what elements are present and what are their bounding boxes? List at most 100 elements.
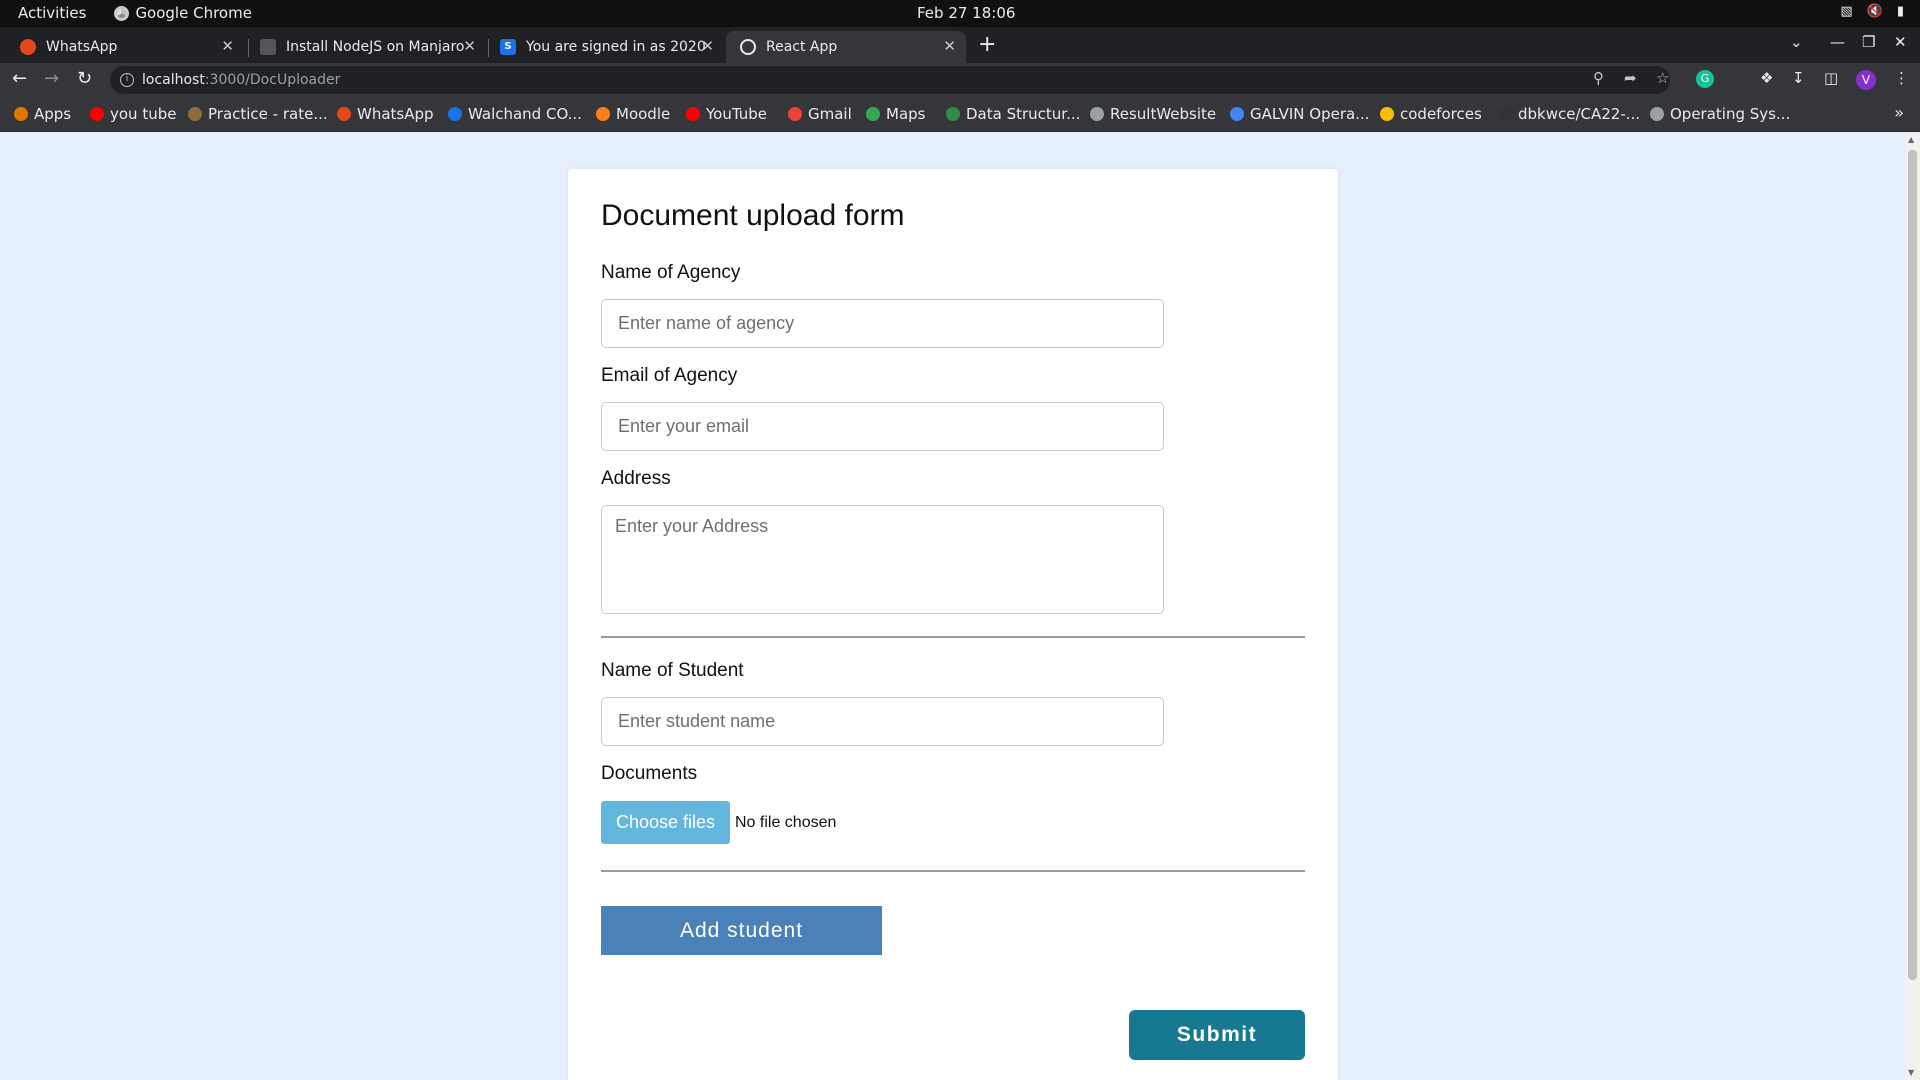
zoom-icon[interactable]: ⚲	[1593, 69, 1604, 87]
new-tab-button[interactable]: +	[978, 32, 996, 57]
bookmark-item[interactable]: Gmail	[788, 105, 852, 123]
add-student-button[interactable]: Add student	[601, 906, 882, 955]
bookmark-item[interactable]: Data Structur...	[946, 105, 1080, 123]
agency-name-input[interactable]	[601, 299, 1164, 348]
whatsapp-icon	[20, 39, 36, 55]
grammarly-icon[interactable]: G	[1696, 70, 1714, 88]
address-label: Address	[601, 468, 671, 489]
close-icon[interactable]: ✕	[943, 37, 956, 55]
bookmark-favicon-icon	[946, 107, 960, 121]
volume-muted-icon: 🔇	[1866, 4, 1883, 19]
tab-title: React App	[766, 39, 838, 55]
bookmark-item[interactable]: Maps	[866, 105, 925, 123]
section-divider	[601, 870, 1305, 872]
tab-title: Install NodeJS on Manjaro	[286, 39, 465, 55]
download-icon[interactable]: ↧	[1792, 69, 1805, 87]
bookmark-favicon-icon	[448, 107, 462, 121]
bookmark-favicon-icon	[596, 107, 610, 121]
bookmark-label: WhatsApp	[357, 105, 434, 123]
bookmark-item[interactable]: WhatsApp	[337, 105, 434, 123]
tab-search-icon[interactable]: ⌄	[1790, 33, 1803, 51]
tab-strip: WhatsApp ✕ Install NodeJS on Manjaro ✕ S…	[0, 27, 1920, 63]
app-name: Google Chrome	[135, 4, 252, 22]
bookmark-item[interactable]: Operating Sys...	[1650, 105, 1790, 123]
close-icon[interactable]: ✕	[463, 37, 476, 55]
agency-email-input[interactable]	[601, 402, 1164, 451]
reload-icon[interactable]: ↻	[77, 68, 92, 89]
system-clock[interactable]: Feb 27 18:06	[917, 4, 1015, 22]
bookmark-item[interactable]: Moodle	[596, 105, 670, 123]
minimize-icon[interactable]: —	[1830, 33, 1845, 51]
bookmark-item[interactable]: codeforces	[1380, 105, 1482, 123]
activities-button[interactable]: Activities	[18, 4, 86, 22]
url-path: :3000/DocUploader	[204, 72, 341, 88]
tab-signed-in[interactable]: S You are signed in as 2020BTECS ✕	[486, 31, 724, 63]
bookmark-favicon-icon	[1380, 107, 1394, 121]
form-title: Document upload form	[601, 199, 905, 232]
side-panel-icon[interactable]: ◫	[1824, 69, 1838, 87]
bookmark-label: Practice - rate...	[208, 105, 328, 123]
scroll-down-icon[interactable]: ▼	[1908, 1068, 1914, 1077]
bookmark-item[interactable]: you tube	[90, 105, 176, 123]
menu-kebab-icon[interactable]: ⋮	[1894, 69, 1909, 87]
info-icon[interactable]: i	[120, 73, 134, 87]
choose-files-button[interactable]: Choose files	[601, 801, 730, 844]
back-icon[interactable]: ←	[12, 68, 27, 89]
student-name-input[interactable]	[601, 697, 1164, 746]
bookmark-favicon-icon	[1650, 107, 1664, 121]
restore-icon[interactable]: ❐	[1862, 33, 1875, 51]
bookmark-item[interactable]: YouTube	[686, 105, 767, 123]
bookmark-label: Walchand CO...	[468, 105, 582, 123]
section-divider	[601, 636, 1305, 638]
bookmark-item[interactable]: ResultWebsite	[1090, 105, 1216, 123]
tab-whatsapp[interactable]: WhatsApp ✕	[6, 31, 244, 63]
more-bookmarks-icon[interactable]: »	[1894, 103, 1904, 122]
submit-button[interactable]: Submit	[1129, 1010, 1305, 1060]
agency-email-label: Email of Agency	[601, 365, 738, 386]
bookmark-favicon-icon	[788, 107, 802, 121]
extensions-icon[interactable]: ❖	[1760, 69, 1773, 87]
bookmark-label: Data Structur...	[966, 105, 1081, 123]
bookmark-label: GALVIN Opera...	[1250, 105, 1370, 123]
app-menu[interactable]: Google Chrome	[114, 4, 252, 22]
bookmark-label: Operating Sys...	[1670, 105, 1791, 123]
url-host: localhost	[142, 72, 205, 88]
network-icon: ▧	[1840, 4, 1853, 19]
bookmark-favicon-icon	[1230, 107, 1244, 121]
bookmark-favicon-icon	[686, 107, 700, 121]
tab-title: You are signed in as 2020BTECS	[526, 39, 706, 55]
share-icon[interactable]: ➦	[1624, 69, 1637, 87]
tab-react-app[interactable]: React App ✕	[726, 31, 966, 63]
tab-install-nodejs[interactable]: Install NodeJS on Manjaro ✕	[246, 31, 486, 63]
address-bar[interactable]: i localhost:3000/DocUploader	[110, 66, 1670, 94]
bookmark-label: Maps	[886, 105, 926, 123]
close-icon[interactable]: ✕	[221, 37, 234, 55]
bookmark-star-icon[interactable]: ☆	[1656, 69, 1669, 87]
documents-label: Documents	[601, 763, 698, 784]
site-icon	[260, 39, 276, 55]
s-icon: S	[500, 39, 516, 55]
bookmark-label: Gmail	[808, 105, 852, 123]
close-icon[interactable]: ✕	[701, 37, 714, 55]
forward-icon[interactable]: →	[44, 68, 59, 89]
profile-avatar[interactable]: V	[1856, 70, 1876, 90]
bookmark-favicon-icon	[90, 107, 104, 121]
bookmark-label: Apps	[34, 105, 72, 123]
agency-name-label: Name of Agency	[601, 262, 741, 283]
scrollbar-thumb[interactable]	[1908, 150, 1917, 980]
globe-icon	[740, 39, 756, 55]
close-window-icon[interactable]: ✕	[1894, 33, 1907, 51]
bookmark-item[interactable]: Practice - rate...	[188, 105, 328, 123]
page-scrollbar[interactable]: ▲ ▼	[1905, 132, 1920, 1080]
bookmark-label: ResultWebsite	[1110, 105, 1217, 123]
bookmark-item[interactable]: dbkwce/CA22-...	[1498, 105, 1640, 123]
bookmark-item[interactable]: Walchand CO...	[448, 105, 582, 123]
bookmark-label: Moodle	[616, 105, 671, 123]
bookmark-favicon-icon	[1498, 107, 1512, 121]
system-status-area[interactable]: ▧ 🔇 ▮	[1840, 4, 1904, 19]
bookmark-item[interactable]: Apps	[14, 105, 71, 123]
scroll-up-icon[interactable]: ▲	[1908, 135, 1914, 144]
bookmark-favicon-icon	[188, 107, 202, 121]
address-textarea[interactable]	[601, 505, 1164, 614]
bookmark-item[interactable]: GALVIN Opera...	[1230, 105, 1370, 123]
